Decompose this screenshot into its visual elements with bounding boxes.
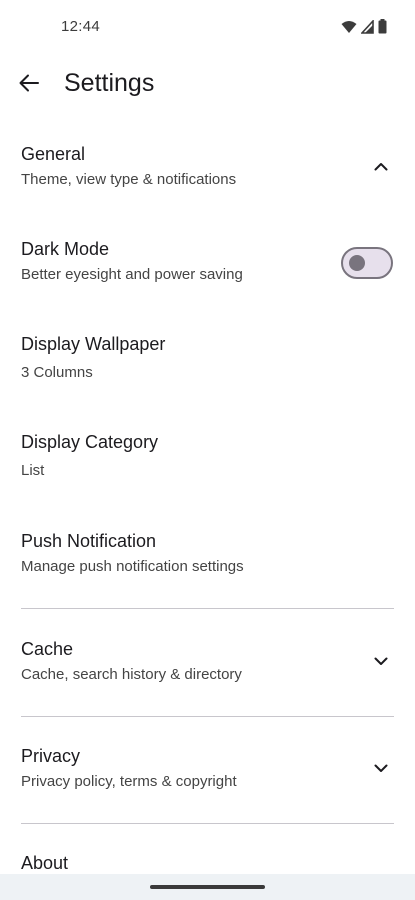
- settings-item-push-notification[interactable]: Push Notification Manage push notificati…: [21, 530, 393, 580]
- status-icons: [341, 19, 387, 34]
- gesture-handle[interactable]: [150, 885, 265, 889]
- chevron-up-icon: [374, 158, 388, 176]
- settings-item-cache[interactable]: Cache Cache, search history & directory: [21, 638, 393, 688]
- item-subtitle: List: [21, 462, 45, 479]
- item-title: Display Category: [21, 432, 159, 452]
- item-title: About: [21, 853, 69, 873]
- settings-item-display-wallpaper[interactable]: Display Wallpaper 3 Columns: [21, 333, 393, 385]
- item-title: General: [21, 144, 86, 164]
- chevron-down-icon: [374, 760, 388, 778]
- page-title: Settings: [64, 69, 155, 97]
- item-subtitle: Cache, search history & directory: [21, 666, 242, 683]
- settings-item-about[interactable]: About: [21, 852, 393, 885]
- status-time: 12:44: [61, 18, 101, 35]
- arrow-back-icon: [19, 74, 39, 97]
- signal-icon: [361, 19, 374, 34]
- item-subtitle: Theme, view type & notifications: [21, 171, 237, 188]
- system-navigation-bar: [0, 874, 415, 900]
- battery-icon: [378, 19, 387, 34]
- item-subtitle: Better eyesight and power saving: [21, 266, 243, 283]
- status-bar: 12:44: [0, 0, 415, 56]
- back-button[interactable]: [14, 70, 44, 100]
- divider: [21, 608, 394, 609]
- divider: [21, 716, 394, 717]
- expand-toggle-cache[interactable]: [369, 650, 393, 674]
- expand-toggle-privacy[interactable]: [369, 757, 393, 781]
- wifi-icon: [341, 20, 357, 34]
- settings-item-general[interactable]: General Theme, view type & notifications: [21, 143, 393, 193]
- settings-screen: 12:44 Settings General Theme, view type …: [0, 0, 415, 900]
- item-title: Push Notification: [21, 531, 157, 551]
- divider: [21, 823, 394, 824]
- item-title: Dark Mode: [21, 239, 110, 259]
- item-title: Display Wallpaper: [21, 334, 166, 354]
- switch-thumb: [349, 255, 365, 271]
- item-title: Privacy: [21, 746, 81, 766]
- item-subtitle: Manage push notification settings: [21, 558, 244, 575]
- settings-item-dark-mode[interactable]: Dark Mode Better eyesight and power savi…: [21, 238, 393, 288]
- chevron-down-icon: [374, 653, 388, 671]
- dark-mode-switch[interactable]: [341, 247, 393, 279]
- item-title: Cache: [21, 639, 74, 659]
- settings-item-display-category[interactable]: Display Category List: [21, 431, 393, 483]
- item-subtitle: Privacy policy, terms & copyright: [21, 773, 237, 790]
- expand-toggle-general[interactable]: [369, 155, 393, 179]
- top-app-bar: Settings: [0, 56, 415, 112]
- item-subtitle: 3 Columns: [21, 364, 93, 381]
- settings-item-privacy[interactable]: Privacy Privacy policy, terms & copyrigh…: [21, 745, 393, 795]
